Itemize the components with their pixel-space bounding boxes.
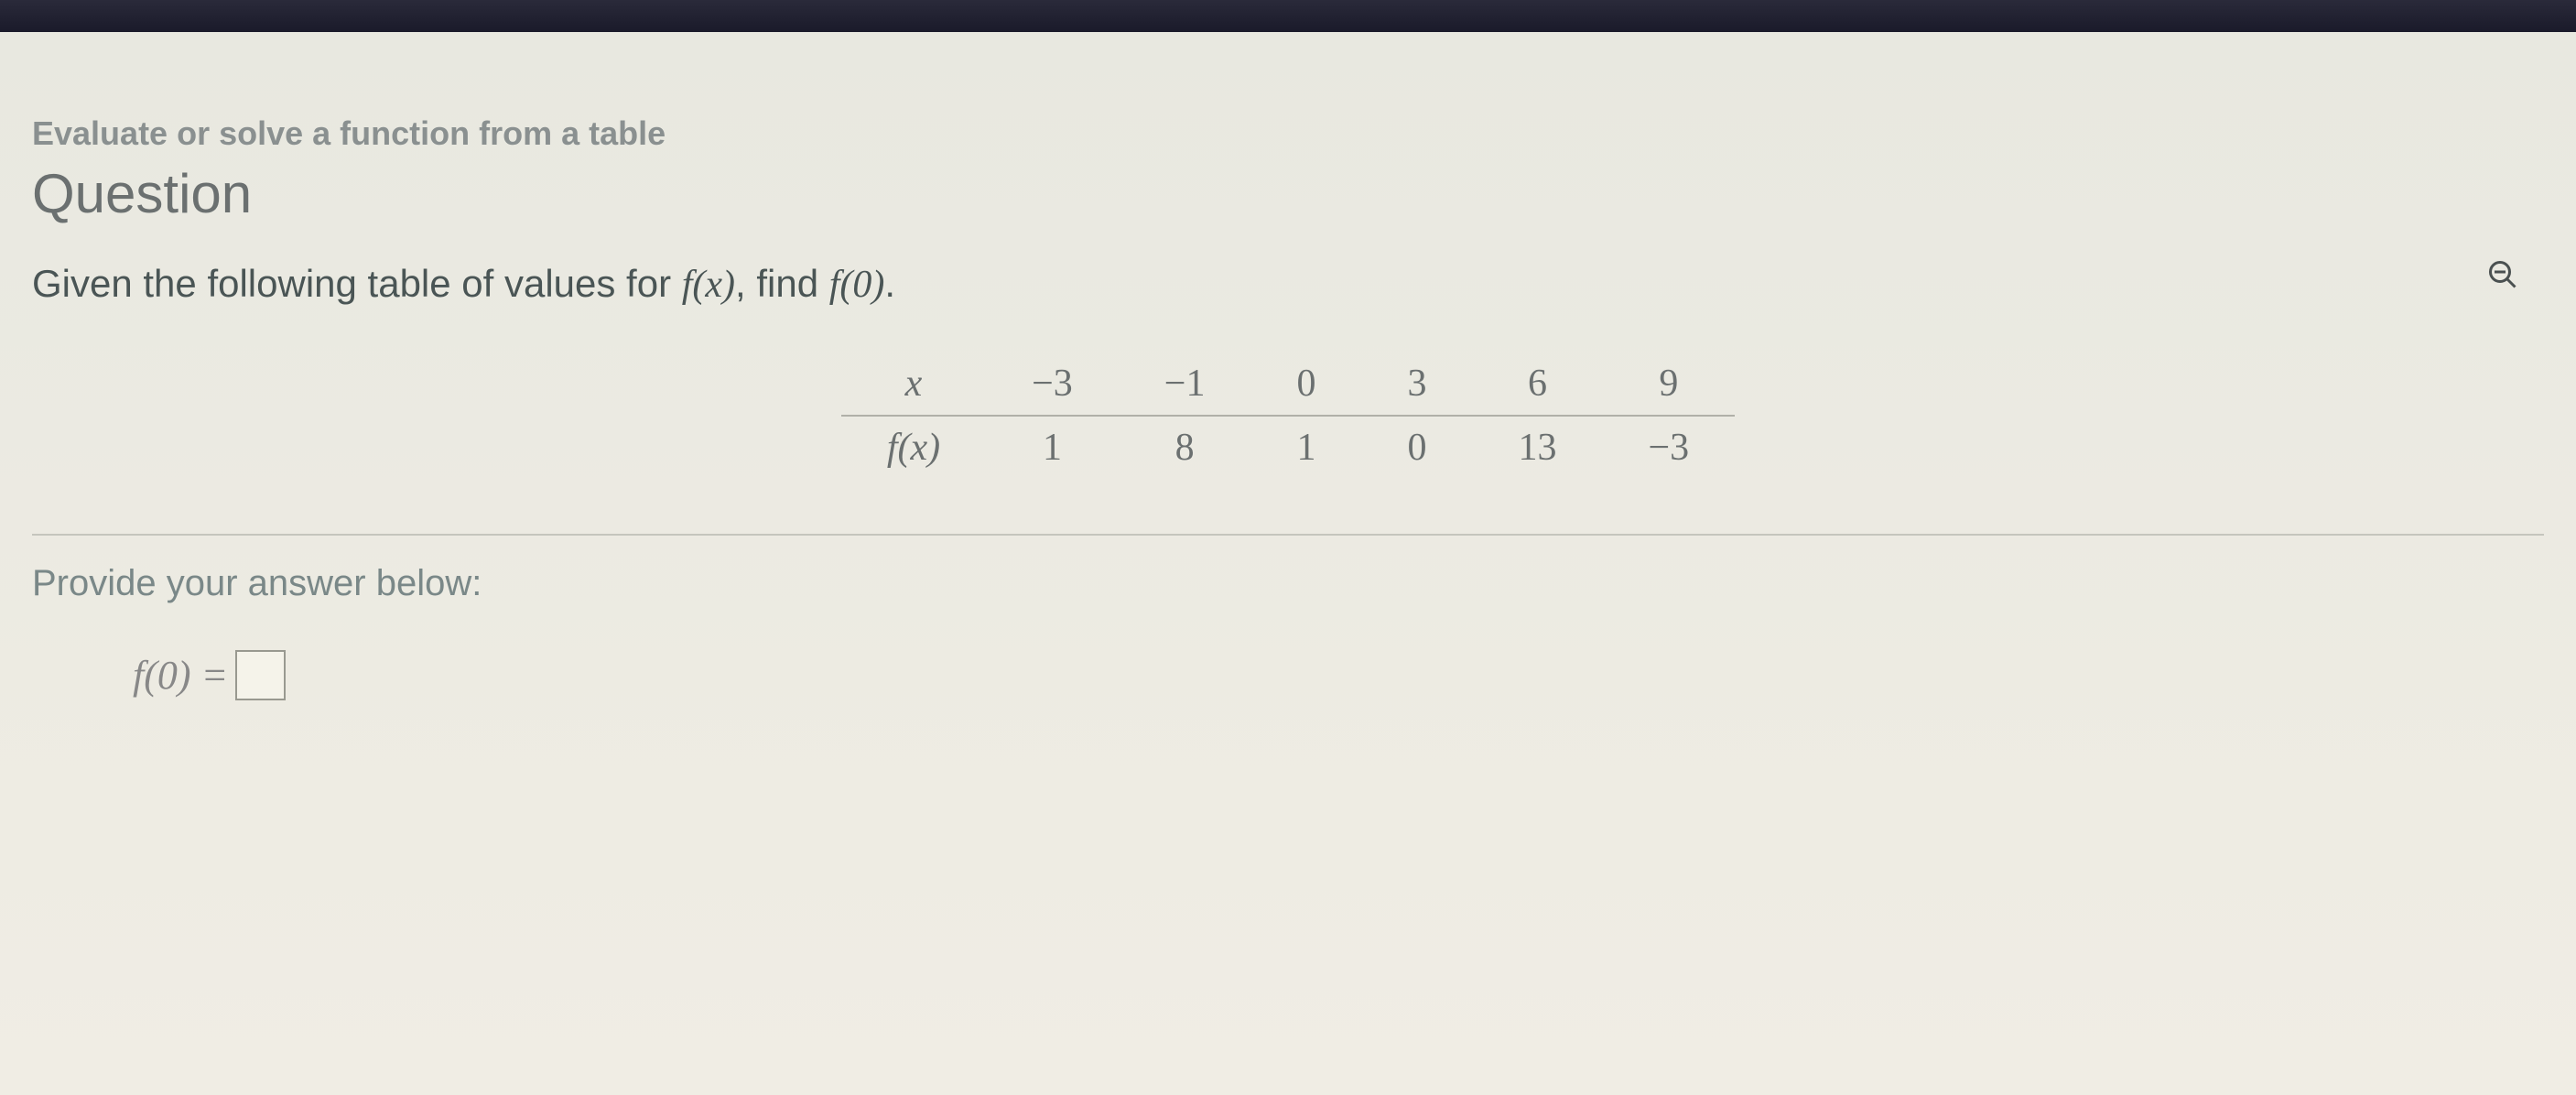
question-prompt: Given the following table of values for … <box>32 262 2544 307</box>
content-area: Evaluate or solve a function from a tabl… <box>0 32 2576 728</box>
answer-section: Provide your answer below: f(0) = <box>32 534 2544 700</box>
answer-expression: f(0) = <box>133 652 228 699</box>
fx-value-cell: 0 <box>1361 416 1472 479</box>
window-top-bar <box>0 0 2576 32</box>
x-value-cell: 3 <box>1361 352 1472 416</box>
x-value-cell: −1 <box>1119 352 1251 416</box>
answer-row: f(0) = <box>133 650 2544 700</box>
prompt-fx: f(x) <box>682 264 735 306</box>
fx-label-cell: f(x) <box>841 416 986 479</box>
x-value-cell: 9 <box>1602 352 1735 416</box>
x-value-cell: 0 <box>1250 352 1361 416</box>
question-heading: Question <box>32 162 2544 225</box>
prompt-target: f(0) <box>829 264 885 306</box>
prompt-text-prefix: Given the following table of values for <box>32 262 682 305</box>
prompt-text-mid: , find <box>735 262 829 305</box>
fx-value-cell: 1 <box>1250 416 1361 479</box>
x-value-cell: −3 <box>986 352 1119 416</box>
table-row-fx: f(x) 1 8 1 0 13 −3 <box>841 416 1735 479</box>
fx-value-cell: 8 <box>1119 416 1251 479</box>
x-value-cell: 6 <box>1472 352 1602 416</box>
zoom-out-icon[interactable] <box>2484 256 2521 293</box>
table-row-x: x −3 −1 0 3 6 9 <box>841 352 1735 416</box>
answer-label: Provide your answer below: <box>32 563 2544 604</box>
topic-label: Evaluate or solve a function from a tabl… <box>32 114 2544 153</box>
answer-input[interactable] <box>235 650 286 700</box>
fx-value-cell: −3 <box>1602 416 1735 479</box>
table-wrapper: x −3 −1 0 3 6 9 f(x) 1 8 1 0 13 −3 <box>32 352 2544 479</box>
fx-value-cell: 1 <box>986 416 1119 479</box>
prompt-text-suffix: . <box>884 262 895 305</box>
fx-value-cell: 13 <box>1472 416 1602 479</box>
x-label-cell: x <box>841 352 986 416</box>
values-table: x −3 −1 0 3 6 9 f(x) 1 8 1 0 13 −3 <box>841 352 1735 479</box>
